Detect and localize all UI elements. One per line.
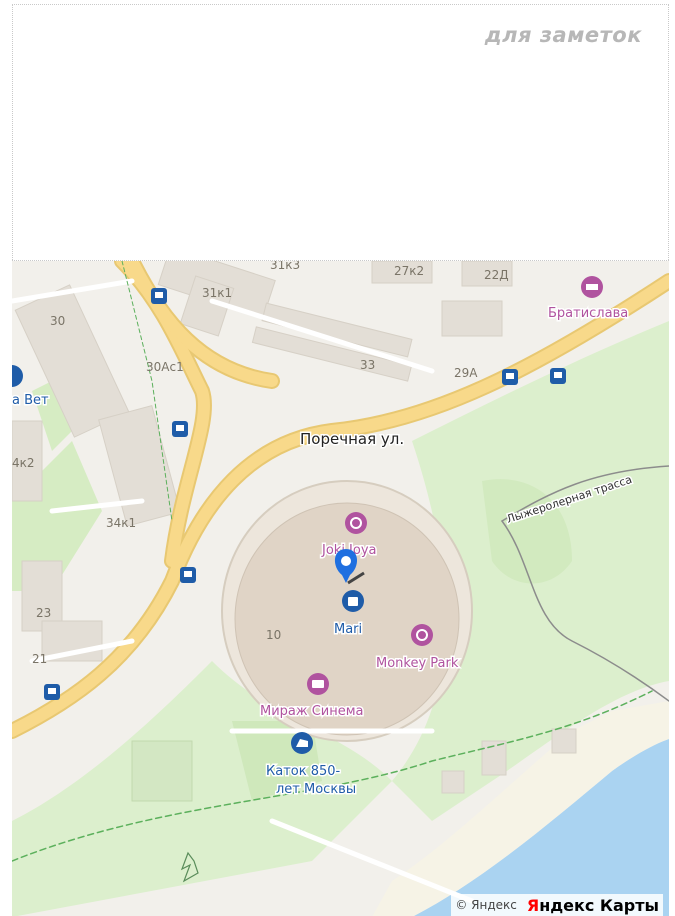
house-number: 23 <box>36 606 51 620</box>
house-number: 10 <box>266 628 281 642</box>
house-number: 21 <box>32 652 47 666</box>
house-number: 31к1 <box>202 286 232 300</box>
house-number: 4к2 <box>12 456 35 470</box>
house-number: 31к3 <box>270 261 300 272</box>
house-number: 27к2 <box>394 264 424 278</box>
map-footer: © Яндекс Яндекс Карты <box>451 894 663 916</box>
notes-title: для заметок <box>484 23 642 47</box>
copyright: © Яндекс <box>455 898 517 912</box>
notes-area[interactable]: для заметок <box>12 4 669 260</box>
house-number: 22Д <box>484 268 509 282</box>
shopping-bag-icon <box>348 597 358 606</box>
svg-text:Mari: Mari <box>334 622 362 637</box>
house-number: 30Ас1 <box>146 360 184 374</box>
camera-icon <box>312 680 324 688</box>
yandex-maps-logo[interactable]: Яндекс Карты <box>527 896 659 915</box>
house-number: 33 <box>360 358 375 372</box>
svg-text:лет Москвы: лет Москвы <box>276 782 356 797</box>
house-number: 30 <box>50 314 65 328</box>
house-number: 34к1 <box>106 516 136 530</box>
svg-text:а Вет: а Вет <box>12 393 49 408</box>
svg-text:Каток 850-: Каток 850- <box>266 764 341 779</box>
hotel-icon <box>586 284 598 290</box>
svg-text:Мираж Синема: Мираж Синема <box>260 704 364 719</box>
map-view[interactable]: Поречная ул. Лыжеролерная трасса 31к3 27… <box>12 260 669 916</box>
svg-text:Братислава: Братислава <box>548 306 628 321</box>
house-number: 29А <box>454 366 478 380</box>
svg-text:Monkey Park: Monkey Park <box>376 656 459 671</box>
street-porechnaya: Поречная ул. <box>300 430 404 448</box>
